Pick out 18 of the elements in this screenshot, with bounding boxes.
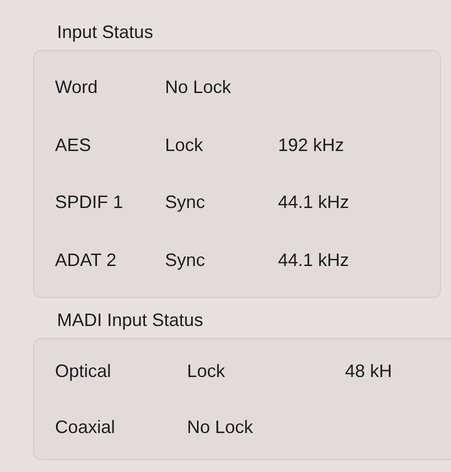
sample-rate: 44.1 kHz bbox=[278, 250, 350, 271]
lock-status: Lock bbox=[187, 360, 226, 382]
input-name: ADAT 2 bbox=[55, 250, 118, 271]
input-name: Coaxial bbox=[55, 416, 116, 438]
lock-status: Lock bbox=[165, 134, 204, 156]
input-name: AES bbox=[55, 134, 92, 156]
section-title: Input Status bbox=[57, 21, 154, 44]
lock-status: No Lock bbox=[165, 77, 232, 98]
input-name: SPDIF 1 bbox=[55, 192, 124, 214]
section-title: MADI Input Status bbox=[57, 309, 204, 332]
input-name: Optical bbox=[55, 360, 112, 382]
lock-status: No Lock bbox=[187, 416, 254, 438]
sample-rate: 48 kH bbox=[345, 360, 394, 382]
sample-rate: 192 kHz bbox=[278, 134, 346, 156]
sample-rate: 44.1 kHz bbox=[278, 192, 350, 214]
lock-status: Sync bbox=[165, 192, 206, 214]
input-name: Word bbox=[55, 77, 99, 98]
lock-status: Sync bbox=[165, 250, 206, 271]
